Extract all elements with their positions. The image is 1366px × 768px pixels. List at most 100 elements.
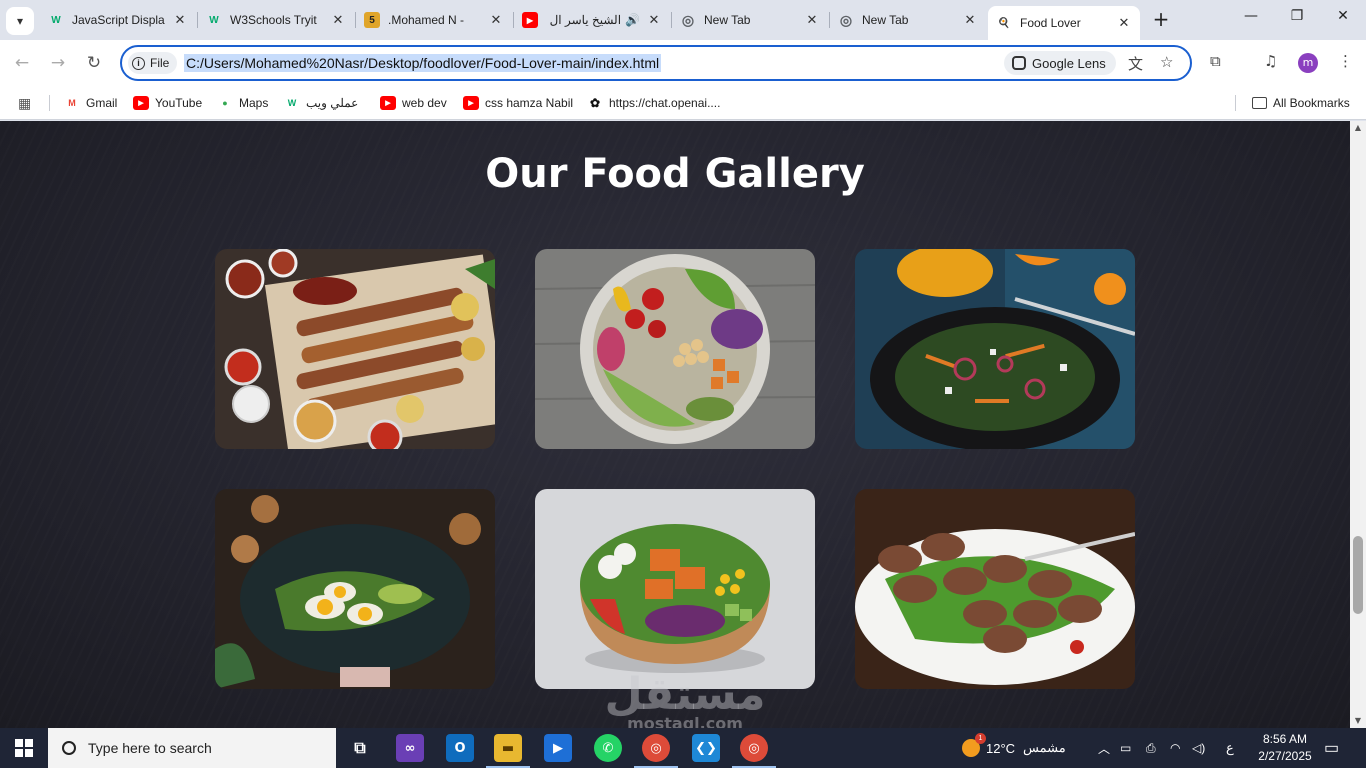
close-tab-icon[interactable]: ✕ <box>488 12 504 28</box>
scrollbar-thumb[interactable] <box>1353 536 1363 614</box>
lens-icon <box>1012 56 1026 70</box>
page-scrollbar[interactable]: ▲ ▼ <box>1350 121 1366 728</box>
bookmark-gmail[interactable]: M Gmail <box>64 94 117 112</box>
reload-icon[interactable]: ↻ <box>83 52 105 74</box>
bookmark-divider <box>1235 95 1236 111</box>
translate-icon[interactable]: 文 <box>1128 53 1143 74</box>
bookmark-label: عملي ويب <box>306 96 359 110</box>
tab-search-button[interactable]: ▾ <box>6 7 34 35</box>
bookmark-maps[interactable]: ● Maps <box>217 94 268 112</box>
tab-new-tab-2[interactable]: ◎ New Tab ✕ <box>830 6 986 34</box>
page-viewport: Our Food Gallery مستقل mostaql.com <box>0 121 1350 728</box>
battery-icon[interactable]: ▭ <box>1120 728 1131 768</box>
restore-icon[interactable]: ❐ <box>1274 8 1320 24</box>
openai-icon: ✿ <box>589 96 601 110</box>
chrome-icon[interactable]: ◎ <box>732 734 776 768</box>
sun-icon: 1 <box>962 733 986 757</box>
whatsapp-icon[interactable]: ✆ <box>594 734 622 762</box>
search-placeholder: Type here to search <box>88 740 212 756</box>
visual-studio-icon[interactable]: ∞ <box>396 734 424 762</box>
chevron-down-icon: ▾ <box>16 14 24 28</box>
veggie-bowl-image <box>535 249 815 449</box>
chrome-profile-icon[interactable]: ◎ <box>634 734 678 768</box>
weather-widget[interactable]: 1 12°C مشمس <box>962 728 1066 768</box>
close-tab-icon[interactable]: ✕ <box>330 12 346 28</box>
tab-javascript-display[interactable]: W JavaScript Displa ✕ <box>40 6 196 34</box>
bookmark-web-dev[interactable]: ▶ web dev <box>380 94 447 112</box>
window-close-icon[interactable]: ✕ <box>1320 8 1366 24</box>
bookmark-label: https://chat.openai.... <box>609 96 721 110</box>
system-clock[interactable]: 8:56 AM 2/27/2025 <box>1250 731 1320 765</box>
tofu-salad-bowl-image <box>535 489 815 689</box>
menu-kebab-icon[interactable]: ⋮ <box>1338 52 1353 70</box>
wifi-icon[interactable]: ◠ <box>1170 728 1180 768</box>
bookmark-amali-web[interactable]: W عملي ويب <box>284 94 359 112</box>
search-icon <box>62 741 76 755</box>
weather-temp: 12°C <box>986 740 1016 756</box>
extensions-icon[interactable]: ⧉ <box>1210 52 1221 70</box>
close-tab-icon[interactable]: ✕ <box>804 12 820 28</box>
speaker-icon[interactable]: 🔊 <box>625 13 640 27</box>
url-text[interactable]: C:/Users/Mohamed%20Nasr/Desktop/foodlove… <box>184 54 662 72</box>
chrome-icon: ◎ <box>839 11 853 28</box>
tab-new-tab-1[interactable]: ◎ New Tab ✕ <box>672 6 828 34</box>
forward-arrow-icon[interactable]: → <box>47 52 69 74</box>
tab-youtube-sheikh[interactable]: ▶ الشيخ ياسر ال 🔊 ✕ <box>514 6 670 34</box>
bookmark-label: web dev <box>402 96 447 110</box>
bookmark-star-icon[interactable]: ☆ <box>1160 53 1173 71</box>
tab-w3schools-tryit[interactable]: W W3Schools Tryit ✕ <box>198 6 354 34</box>
tab-title: Food Lover <box>1020 16 1081 30</box>
tab-title: W3Schools Tryit <box>230 13 317 27</box>
watermark-text: مستقل <box>604 669 766 720</box>
google-lens-button[interactable]: Google Lens <box>1004 51 1116 75</box>
close-tab-icon[interactable]: ✕ <box>172 12 188 28</box>
close-tab-icon[interactable]: ✕ <box>1116 15 1132 31</box>
address-bar[interactable]: i File C:/Users/Mohamed%20Nasr/Desktop/f… <box>120 45 1192 81</box>
bookmark-chatgpt[interactable]: ✿ https://chat.openai.... <box>587 94 720 112</box>
task-view-icon[interactable]: ⧉ <box>346 734 374 762</box>
close-tab-icon[interactable]: ✕ <box>646 12 662 28</box>
profile-avatar[interactable]: m <box>1298 53 1318 73</box>
bookmark-label: YouTube <box>155 96 203 110</box>
youtube-icon: ▶ <box>463 96 479 110</box>
close-tab-icon[interactable]: ✕ <box>962 12 978 28</box>
notifications-icon[interactable]: ▭ <box>1324 728 1339 768</box>
apps-grid-icon[interactable]: ▦ <box>18 94 31 112</box>
tab-food-lover[interactable]: 🍳 Food Lover ✕ <box>988 6 1140 40</box>
tab-title: الشيخ ياسر ال <box>549 13 622 27</box>
scroll-up-arrow-icon[interactable]: ▲ <box>1350 121 1366 135</box>
media-player-icon[interactable]: ▶ <box>544 734 572 762</box>
scroll-down-arrow-icon[interactable]: ▼ <box>1350 714 1366 728</box>
back-arrow-icon[interactable]: ← <box>11 52 33 74</box>
input-language[interactable]: ع <box>1226 728 1234 768</box>
tab-title: JavaScript Displa <box>72 13 165 27</box>
bookmark-divider <box>49 95 50 111</box>
chrome-icon: ◎ <box>681 11 695 28</box>
file-chip-label: File <box>150 56 170 70</box>
info-icon: i <box>132 56 145 70</box>
minimize-icon[interactable]: — <box>1228 8 1274 24</box>
media-control-icon[interactable]: ♫ <box>1264 52 1277 70</box>
bookmark-css-hamza-nabil[interactable]: ▶ css hamza Nabil <box>463 94 573 112</box>
taskbar-search-box[interactable]: Type here to search <box>48 728 336 768</box>
outlook-icon[interactable]: O <box>446 734 474 762</box>
bookmark-youtube[interactable]: ▶ YouTube <box>133 94 202 112</box>
w3schools-icon: W <box>51 14 61 26</box>
start-button[interactable] <box>0 728 48 768</box>
tray-chevron-up-icon[interactable]: ︿ <box>1098 728 1110 768</box>
bookmarks-bar: ▦ M Gmail ▶ YouTube ● Maps W عملي ويب ▶ … <box>0 86 1366 120</box>
html5-icon: 5 <box>364 12 380 28</box>
file-explorer-icon[interactable]: ▬ <box>486 734 530 768</box>
gmail-icon: M <box>68 98 76 108</box>
new-tab-button[interactable]: + <box>1150 8 1172 30</box>
tab-mohamed[interactable]: 5 .Mohamed N - ✕ <box>356 6 512 34</box>
meet-now-icon[interactable]: ⎙ <box>1146 728 1156 768</box>
youtube-icon: ▶ <box>380 96 396 110</box>
vscode-icon[interactable]: ❮❯ <box>692 734 720 762</box>
volume-icon[interactable]: ◁) <box>1192 728 1205 768</box>
all-bookmarks-button[interactable]: All Bookmarks <box>1252 94 1350 112</box>
tab-title: .Mohamed N - <box>388 13 465 27</box>
site-info-chip[interactable]: i File <box>128 52 178 74</box>
all-bookmarks-label: All Bookmarks <box>1273 96 1350 110</box>
clock-date: 2/27/2025 <box>1258 749 1312 763</box>
